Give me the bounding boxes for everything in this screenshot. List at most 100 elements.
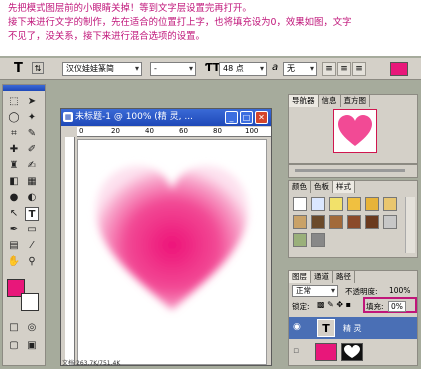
maximize-button[interactable]: □ — [240, 111, 253, 124]
blur-tool-icon[interactable]: ● — [7, 191, 21, 205]
style-swatch[interactable] — [311, 197, 325, 211]
layers-tabs: 图层 通道 路径 — [289, 271, 417, 283]
standard-mode-icon[interactable]: □ — [7, 321, 21, 335]
ruler-mark: 0 — [79, 127, 84, 135]
hand-tool-icon[interactable]: ✋ — [7, 255, 21, 269]
navigator-heart-thumbnail — [338, 115, 372, 146]
history-brush-tool-icon[interactable]: ✍ — [25, 159, 39, 173]
slice-tool-icon[interactable]: ✎ — [25, 127, 39, 141]
pen-tool-icon[interactable]: ✒ — [7, 223, 21, 237]
crop-tool-icon[interactable]: ⌗ — [7, 127, 21, 141]
toolbox-titlebar — [3, 85, 45, 91]
minimize-button[interactable]: _ — [225, 111, 238, 124]
tab-histogram[interactable]: 直方图 — [341, 95, 370, 107]
style-swatch[interactable] — [293, 197, 307, 211]
lasso-tool-icon[interactable]: ◯ — [7, 111, 21, 125]
style-swatch[interactable] — [329, 197, 343, 211]
lock-icons[interactable]: ▩ ✎ ✥ ▪ — [317, 300, 351, 309]
zoom-slider[interactable] — [295, 169, 405, 172]
align-left-button[interactable]: ≡ — [322, 62, 336, 76]
quickmask-mode-icon[interactable]: ◎ — [25, 321, 39, 335]
path-select-tool-icon[interactable]: ↖ — [7, 207, 21, 221]
tab-channels[interactable]: 通道 — [311, 271, 333, 283]
opacity-value[interactable]: 100% — [389, 286, 410, 295]
tab-layers[interactable]: 图层 — [289, 271, 311, 283]
style-swatch[interactable] — [347, 197, 361, 211]
move-tool-icon[interactable]: ➤ — [25, 95, 39, 109]
ruler-mark: 20 — [111, 127, 120, 135]
toolbox: ⬚ ➤ ◯ ✦ ⌗ ✎ ✚ ✐ ♜ ✍ ◧ ▦ ● ◐ ↖ T ✒ ▭ ▤ ⁄ … — [2, 84, 46, 366]
tab-paths[interactable]: 路径 — [333, 271, 355, 283]
dodge-tool-icon[interactable]: ◐ — [25, 191, 39, 205]
healing-tool-icon[interactable]: ✚ — [7, 143, 21, 157]
tutorial-caption: 先把模式图层前的小眼睛关掉！等到文字层设置完再打开。 接下来进行文字的制作，先在… — [8, 2, 418, 44]
layer-row-text[interactable]: ◉ T 精 灵 — [289, 317, 417, 339]
eraser-tool-icon[interactable]: ◧ — [7, 175, 21, 189]
tab-info[interactable]: 信息 — [319, 95, 341, 107]
vertical-ruler — [65, 137, 75, 365]
type-tool-button[interactable]: T — [25, 207, 39, 221]
style-swatch[interactable] — [365, 197, 379, 211]
blend-mode-select[interactable]: 正常 — [292, 285, 338, 297]
style-swatch[interactable] — [383, 215, 397, 229]
style-swatch[interactable] — [311, 215, 325, 229]
styles-scrollbar[interactable] — [405, 197, 415, 253]
layers-panel: 图层通道路径 正常 不透明度: 100% 锁定: ▩ ✎ ✥ ▪ 填充: 0% … — [288, 270, 418, 366]
ruler-mark: 80 — [213, 127, 222, 135]
options-bar: T ⇅ 汉仪娃娃篆简 - ƬT 48 点 a 无 ≡ ≡ ≡ — [0, 58, 421, 80]
style-swatch[interactable] — [365, 215, 379, 229]
font-family-select[interactable]: 汉仪娃娃篆简 — [62, 62, 142, 76]
caption-line-2: 接下来进行文字的制作，先在适合的位置打上字，也将填充设为0，效果如图，文字 — [8, 17, 352, 28]
font-style-select[interactable]: - — [150, 62, 196, 76]
eye-icon[interactable]: ◉ — [293, 322, 301, 332]
ruler-mark: 100 — [245, 127, 259, 135]
tab-navigator[interactable]: 导航器 — [289, 95, 319, 107]
shape-tool-icon[interactable]: ▭ — [25, 223, 39, 237]
canvas[interactable] — [77, 139, 267, 365]
magic-wand-tool-icon[interactable]: ✦ — [25, 111, 39, 125]
style-swatch[interactable] — [383, 197, 397, 211]
tab-color[interactable]: 颜色 — [289, 181, 311, 193]
text-color-swatch[interactable] — [390, 62, 408, 76]
stamp-tool-icon[interactable]: ♜ — [7, 159, 21, 173]
screen-mode-2-icon[interactable]: ▣ — [25, 339, 39, 353]
type-tool-icon[interactable]: T — [14, 61, 23, 76]
eyedropper-tool-icon[interactable]: ⁄ — [25, 239, 39, 253]
antialias-select[interactable]: 无 — [283, 62, 317, 76]
background-color-swatch[interactable] — [21, 293, 39, 311]
fill-label: 填充: — [366, 302, 384, 311]
notes-tool-icon[interactable]: ▤ — [7, 239, 21, 253]
caption-line-3: 不见了，没关系，接下来进行混合选项的设置。 — [8, 31, 205, 42]
style-swatch[interactable] — [347, 215, 361, 229]
brush-tool-icon[interactable]: ✐ — [25, 143, 39, 157]
document-title: 未标题-1 @ 100% (精 灵, ... — [75, 112, 193, 122]
heart-layer-thumbnail — [315, 343, 337, 361]
marquee-tool-icon[interactable]: ⬚ — [7, 95, 21, 109]
tab-swatches[interactable]: 色板 — [311, 181, 333, 193]
document-window: 未标题-1 @ 100% (精 灵, ... ▦ _ □ ✕ 0 20 40 6… — [60, 108, 272, 366]
zoom-tool-icon[interactable]: ⚲ — [25, 255, 39, 269]
status-bar: 文档:263.7K/751.4K — [62, 360, 121, 367]
navigator-preview[interactable] — [333, 109, 377, 153]
screen-mode-1-icon[interactable]: ▢ — [7, 339, 21, 353]
tab-styles[interactable]: 样式 — [333, 181, 355, 193]
document-icon: ▦ — [63, 112, 73, 122]
style-swatch[interactable] — [329, 215, 343, 229]
close-button[interactable]: ✕ — [255, 111, 268, 124]
fill-value[interactable]: 0% — [388, 301, 406, 312]
heart-layer-mask-thumbnail — [341, 343, 363, 361]
font-size-select[interactable]: 48 点 — [219, 62, 267, 76]
style-swatch[interactable] — [311, 233, 325, 247]
lock-label: 锁定: — [292, 302, 310, 311]
layer-name[interactable]: 精 灵 — [343, 323, 362, 334]
align-right-button[interactable]: ≡ — [352, 62, 366, 76]
style-swatch[interactable] — [293, 215, 307, 229]
layer-row-heart[interactable]: ▫ — [289, 341, 417, 363]
orientation-toggle-icon[interactable]: ⇅ — [32, 62, 44, 74]
style-swatch[interactable] — [293, 233, 307, 247]
styles-panel: 颜色 色板 样式 — [288, 180, 418, 258]
gradient-tool-icon[interactable]: ▦ — [25, 175, 39, 189]
align-center-button[interactable]: ≡ — [337, 62, 351, 76]
eye-icon-hidden[interactable]: ▫ — [293, 346, 299, 356]
navigator-zoom-row — [288, 164, 418, 178]
